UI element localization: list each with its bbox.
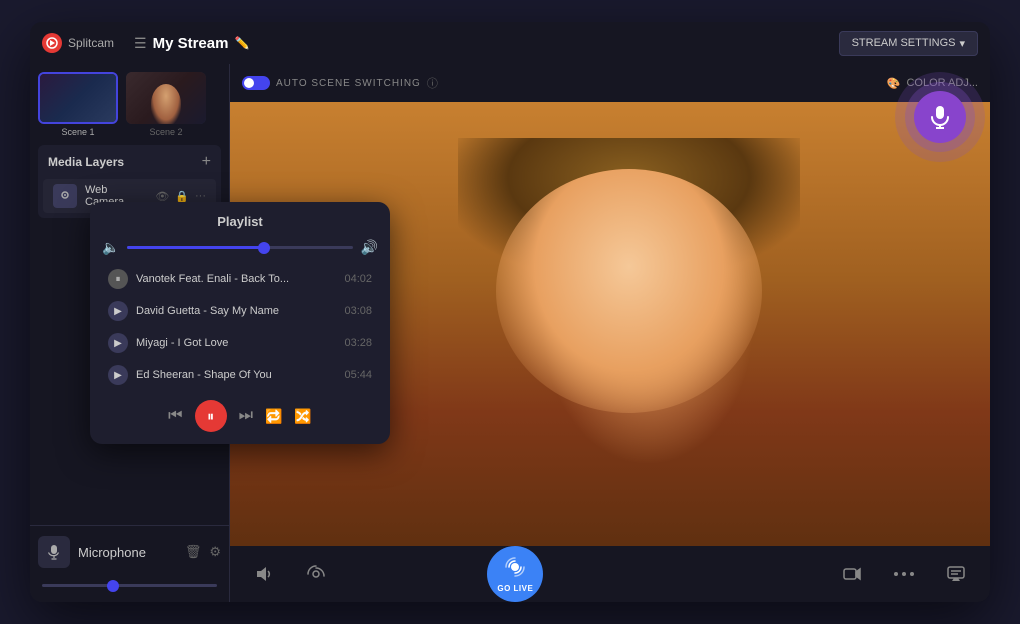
go-live-button[interactable]: GO LIVE: [487, 546, 543, 602]
hamburger-icon[interactable]: ☰: [134, 35, 147, 52]
microphone-section: Microphone 🗑 ⚙: [30, 525, 229, 602]
track-name-3: Ed Sheeran - Shape Of You: [136, 369, 336, 381]
mic-label: Microphone: [78, 545, 177, 560]
track-play-icon-3: ▶: [108, 365, 128, 385]
bottom-bar: GO LIVE: [230, 546, 990, 602]
media-layers-header: Media Layers +: [38, 145, 221, 179]
track-name-0: Vanotek Feat. Enali - Back To...: [136, 273, 336, 285]
playlist-pause-button[interactable]: ⏸: [195, 400, 227, 432]
playlist-shuffle-button[interactable]: 🔀: [294, 408, 311, 425]
camera-toggle-button[interactable]: [298, 556, 334, 592]
title-bar-title: ☰ My Stream ✏️: [134, 35, 249, 52]
playlist-popup: Playlist 🔈 🔊 ⏸ Vanotek Feat. Enali - Bac…: [90, 202, 390, 444]
playlist-next-button[interactable]: ⏭: [239, 407, 253, 425]
layer-visibility-icon[interactable]: 👁: [155, 190, 169, 203]
media-layers-title: Media Layers: [48, 155, 124, 169]
volume-row: 🔈 🔊: [102, 239, 378, 256]
mic-float-button[interactable]: [914, 91, 966, 143]
webcam-layer-icon: [53, 184, 77, 208]
toggle-thumb: [244, 78, 254, 88]
volume-low-icon: 🔈: [102, 239, 119, 256]
title-bar-right: STREAM SETTINGS ▾: [839, 31, 978, 56]
track-duration-2: 03:28: [344, 337, 372, 349]
mic-actions: 🗑 ⚙: [185, 544, 221, 560]
mic-volume-slider[interactable]: [42, 584, 217, 587]
more-options-button[interactable]: [886, 556, 922, 592]
logo-icon: [42, 33, 62, 53]
layer-more-icon[interactable]: ···: [195, 190, 206, 202]
logo-text: Splitcam: [68, 36, 114, 50]
track-name-2: Miyagi - I Got Love: [136, 337, 336, 349]
playlist-track-0[interactable]: ⏸ Vanotek Feat. Enali - Back To... 04:02: [102, 264, 378, 294]
mic-delete-icon[interactable]: 🗑: [185, 544, 202, 560]
stream-title: My Stream: [153, 35, 229, 52]
scene-2-label: Scene 2: [149, 127, 182, 137]
playlist-controls: ⏮ ⏸ ⏭ 🔁 🔀: [102, 400, 378, 432]
go-live-label: GO LIVE: [497, 584, 533, 593]
video-record-button[interactable]: [834, 556, 870, 592]
playlist-items: ⏸ Vanotek Feat. Enali - Back To... 04:02…: [102, 264, 378, 390]
scene-1-label: Scene 1: [61, 127, 94, 137]
mic-volume-slider-row: [38, 574, 221, 592]
edit-icon[interactable]: ✏️: [234, 36, 249, 50]
track-pause-icon-0: ⏸: [108, 269, 128, 289]
track-name-1: David Guetta - Say My Name: [136, 305, 336, 317]
app-logo: Splitcam: [42, 33, 114, 53]
track-play-icon-1: ▶: [108, 301, 128, 321]
track-duration-3: 05:44: [344, 369, 372, 381]
playlist-title: Playlist: [102, 214, 378, 229]
app-window: Splitcam ☰ My Stream ✏️ STREAM SETTINGS …: [30, 22, 990, 602]
speaker-button[interactable]: [246, 556, 282, 592]
chevron-down-icon: ▾: [959, 37, 965, 50]
track-duration-0: 04:02: [344, 273, 372, 285]
scene-thumbnail-1: [38, 72, 118, 124]
mic-rings: [895, 72, 985, 162]
playlist-track-2[interactable]: ▶ Miyagi - I Got Love 03:28: [102, 328, 378, 358]
go-live-icon: [504, 556, 526, 583]
scene-item-2[interactable]: Scene 2: [126, 72, 206, 137]
scene-item-1[interactable]: Scene 1: [38, 72, 118, 137]
mic-item: Microphone 🗑 ⚙: [38, 536, 221, 568]
mic-settings-icon[interactable]: ⚙: [209, 544, 221, 560]
layer-lock-icon[interactable]: 🔒: [175, 190, 189, 203]
playlist-track-3[interactable]: ▶ Ed Sheeran - Shape Of You 05:44: [102, 360, 378, 390]
volume-high-icon: 🔊: [361, 239, 378, 256]
scene-thumbnail-2: [126, 72, 206, 124]
volume-slider-track[interactable]: [127, 246, 352, 249]
bottom-right-icons: [834, 556, 974, 592]
auto-scene-toggle[interactable]: AUTO SCENE SWITCHING ⓘ: [242, 75, 438, 91]
volume-fill: [127, 246, 262, 249]
stream-settings-button[interactable]: STREAM SETTINGS ▾: [839, 31, 978, 56]
auto-scene-info-icon: ⓘ: [427, 75, 438, 91]
playlist-repeat-button[interactable]: 🔁: [265, 408, 282, 425]
playlist-pause-icon: ⏸: [207, 408, 214, 425]
title-bar: Splitcam ☰ My Stream ✏️ STREAM SETTINGS …: [30, 22, 990, 64]
layer-actions: 👁 🔒 ···: [155, 190, 206, 203]
track-duration-1: 03:08: [344, 305, 372, 317]
auto-scene-label: AUTO SCENE SWITCHING: [276, 78, 421, 89]
chat-button[interactable]: [938, 556, 974, 592]
person-face: [496, 169, 762, 413]
preview-top-bar: AUTO SCENE SWITCHING ⓘ 🎨 COLOR ADJ...: [230, 64, 990, 102]
add-layer-button[interactable]: +: [202, 153, 211, 171]
mic-float-area: [895, 72, 985, 162]
track-play-icon-2: ▶: [108, 333, 128, 353]
playlist-prev-button[interactable]: ⏮: [168, 407, 182, 425]
playlist-track-1[interactable]: ▶ David Guetta - Say My Name 03:08: [102, 296, 378, 326]
scene-list: Scene 1 Scene 2: [30, 64, 229, 145]
volume-thumb: [258, 242, 270, 254]
toggle-track: [242, 76, 270, 90]
mic-icon-box: [38, 536, 70, 568]
